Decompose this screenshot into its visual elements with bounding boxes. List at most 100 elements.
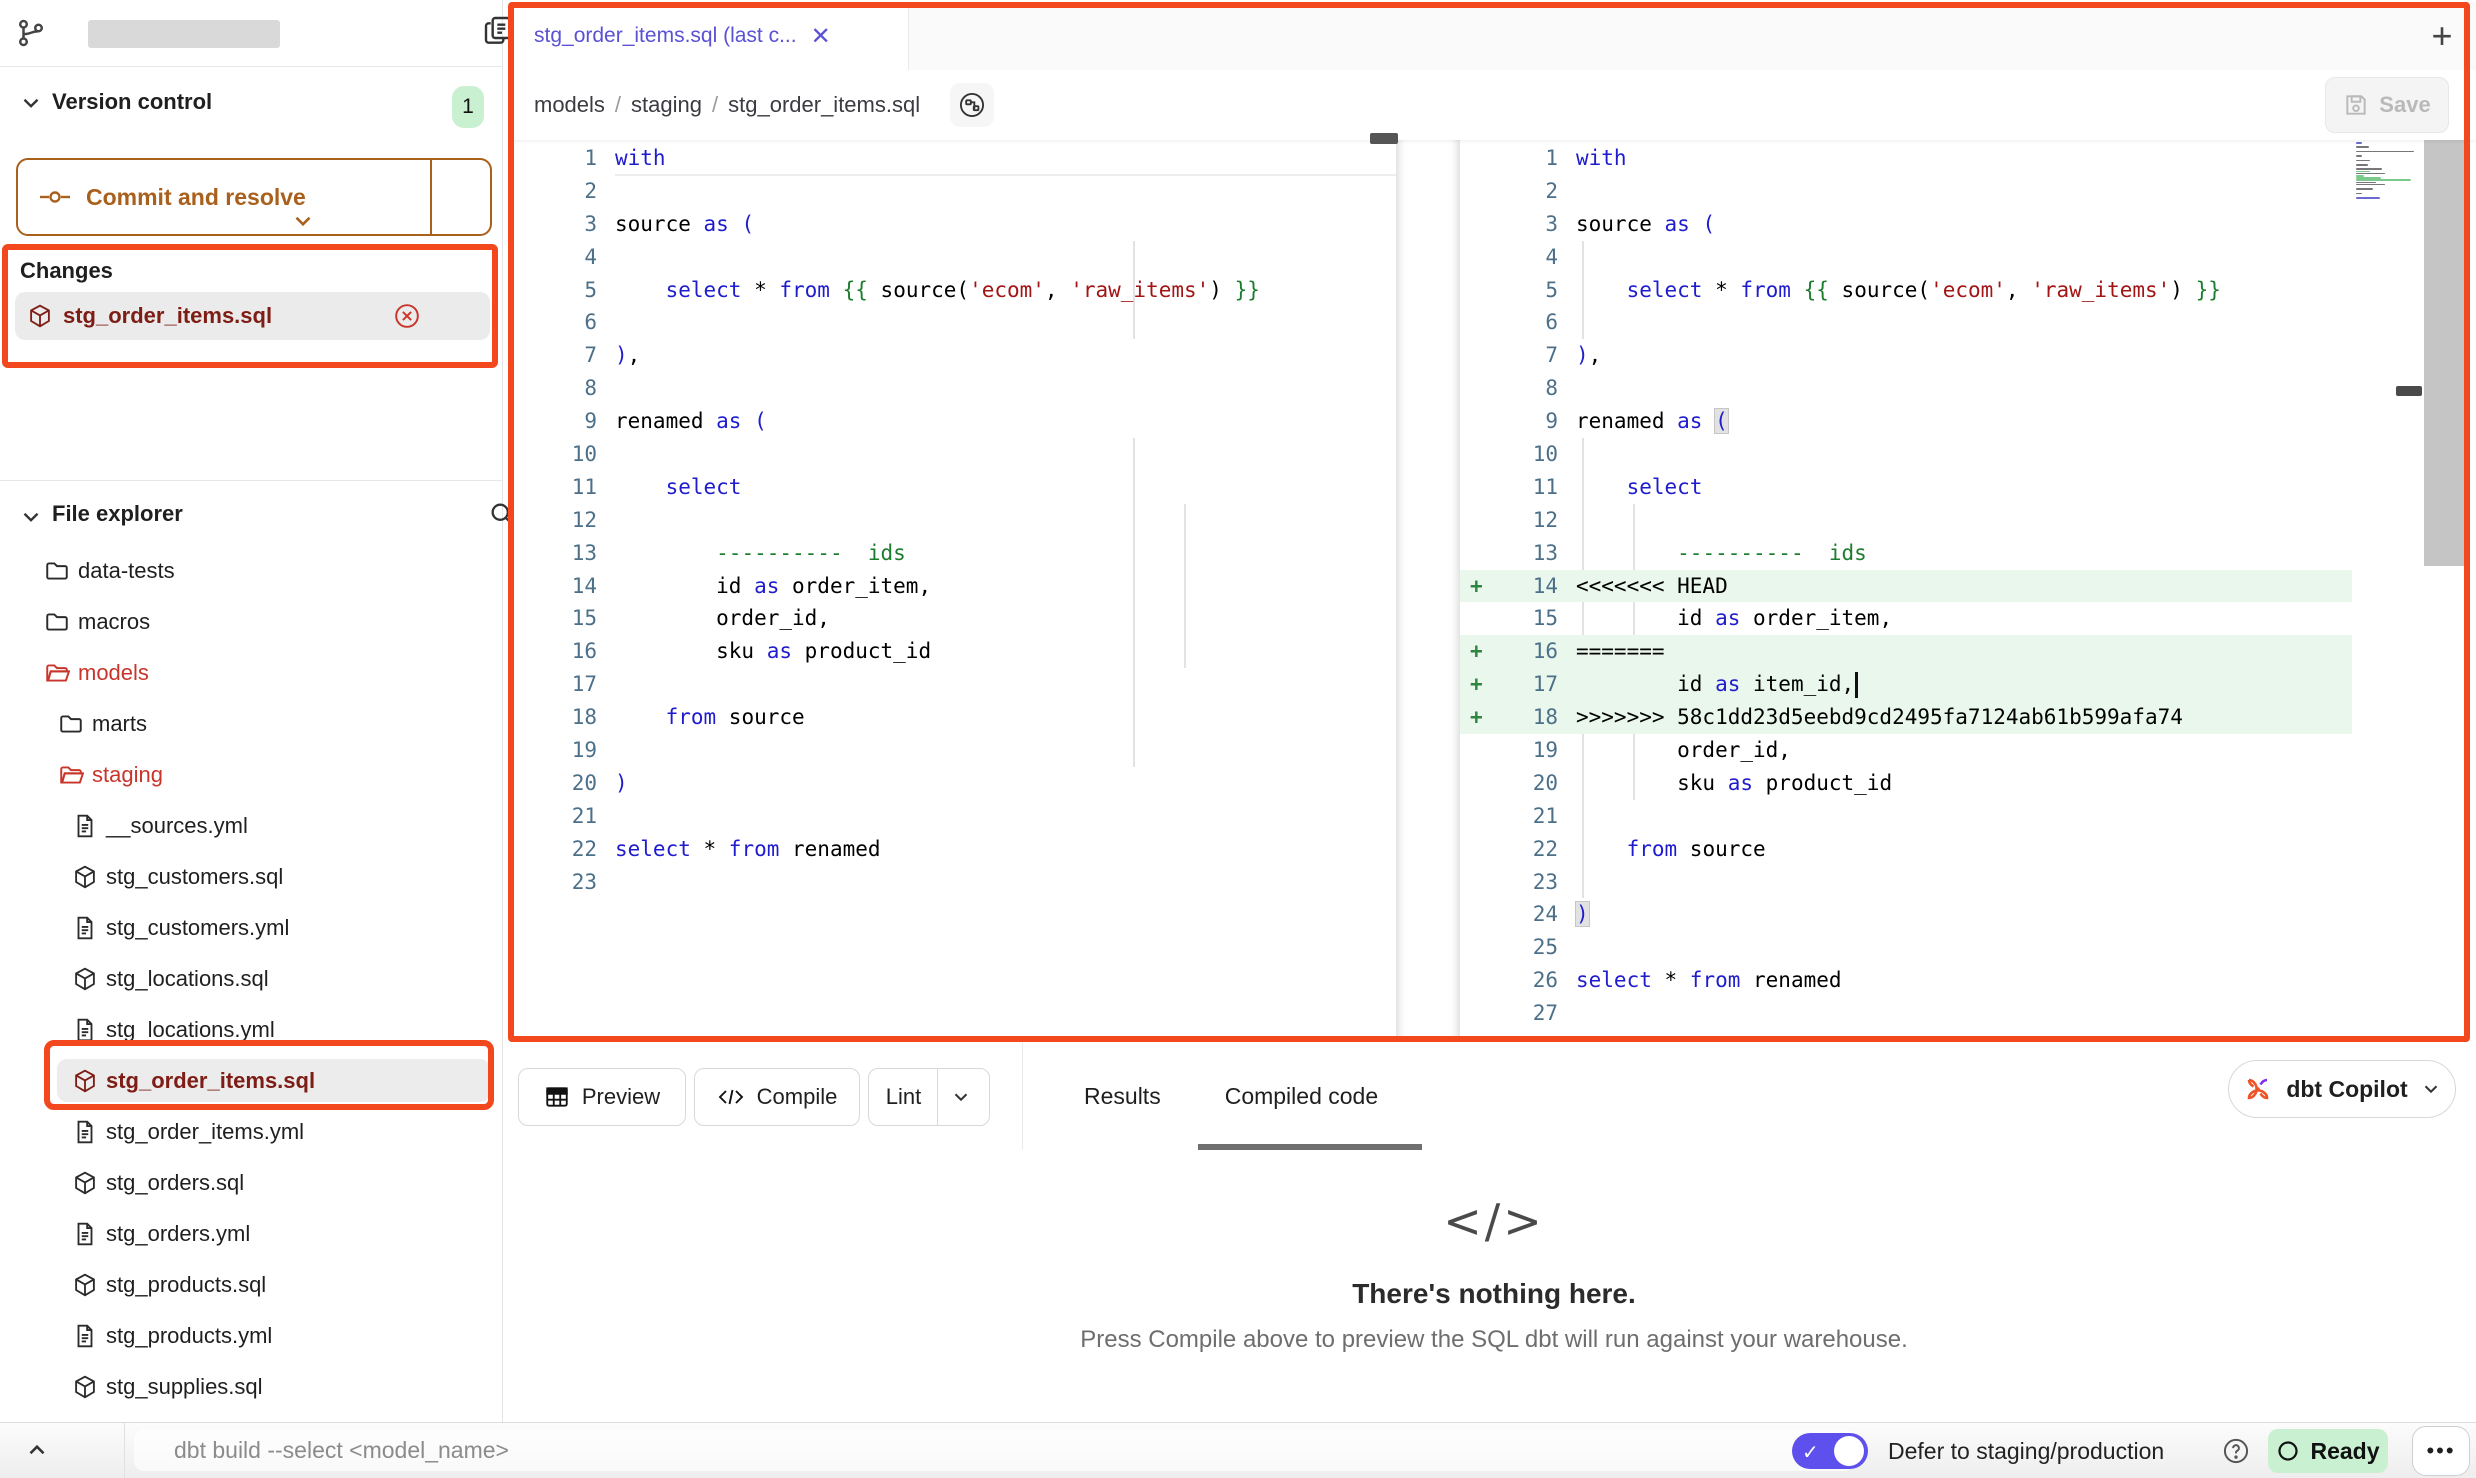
file-item-stg-locations-sql[interactable]: stg_locations.sql — [0, 953, 502, 1004]
changed-file-name: stg_order_items.sql — [63, 303, 272, 329]
sidebar: Version control 1 Commit and resolve Cha… — [0, 0, 503, 1422]
code-line: 27 — [1460, 997, 2352, 1030]
file-item-label: stg_products.yml — [106, 1323, 272, 1349]
file-item-staging[interactable]: staging — [0, 749, 502, 800]
file-item-macros[interactable]: macros — [0, 596, 502, 647]
compile-button[interactable]: Compile — [694, 1068, 860, 1126]
commit-and-resolve-button[interactable]: Commit and resolve — [16, 158, 492, 236]
line-content — [1576, 175, 2352, 208]
left-pane-scrollbar-thumb[interactable] — [1370, 133, 1398, 144]
line-content: select — [1576, 471, 2352, 504]
file-item-stg-order-items-yml[interactable]: stg_order_items.yml — [0, 1106, 502, 1157]
more-options-button[interactable]: ••• — [2412, 1426, 2470, 1476]
line-content: renamed as ( — [615, 405, 1396, 438]
line-number: 12 — [1496, 504, 1576, 537]
code-line: 21 — [1460, 800, 2352, 833]
editor-scrollbar[interactable] — [2424, 140, 2466, 566]
file-item-stg-locations-yml[interactable]: stg_locations.yml — [0, 1004, 502, 1055]
line-number: 25 — [1496, 931, 1576, 964]
breadcrumb-part: models — [534, 92, 605, 118]
line-content — [615, 175, 1396, 208]
code-line: 3source as ( — [1460, 208, 2352, 241]
file-item-marts[interactable]: marts — [0, 698, 502, 749]
breadcrumb-separator: / — [712, 92, 718, 118]
tab-stg-order-items[interactable]: stg_order_items.sql (last c... ✕ — [512, 2, 909, 70]
line-number: 24 — [1496, 898, 1576, 931]
file-item--sources-yml[interactable]: __sources.yml — [0, 800, 502, 851]
diff-add-marker — [1460, 142, 1496, 175]
tab-results[interactable]: Results — [1084, 1083, 1161, 1110]
new-tab-button[interactable]: + — [2420, 16, 2464, 56]
diff-add-marker — [1460, 471, 1496, 504]
lineage-button[interactable] — [950, 83, 994, 127]
table-icon — [544, 1084, 570, 1110]
file-item-stg-products-yml[interactable]: stg_products.yml — [0, 1310, 502, 1361]
file-item-models[interactable]: models — [0, 647, 502, 698]
dbt-copilot-button[interactable]: dbt Copilot — [2228, 1060, 2456, 1118]
changed-file-item[interactable]: stg_order_items.sql — [15, 292, 490, 340]
save-button[interactable]: Save — [2325, 77, 2449, 133]
code-line: +16======= — [1460, 635, 2352, 668]
chevron-down-icon[interactable] — [950, 1086, 972, 1108]
minimap[interactable] — [2356, 142, 2420, 202]
line-number: 14 — [1496, 570, 1576, 603]
file-explorer-section-header[interactable]: File explorer — [0, 488, 502, 540]
close-icon[interactable]: ✕ — [811, 22, 831, 51]
copy-icon[interactable] — [482, 14, 514, 46]
file-item-label: stg_supplies.sql — [106, 1374, 263, 1400]
save-label: Save — [2379, 92, 2430, 118]
tab-compiled-code[interactable]: Compiled code — [1225, 1083, 1378, 1110]
file-item-stg-customers-yml[interactable]: stg_customers.yml — [0, 902, 502, 953]
file-item-stg-order-items-sql[interactable]: stg_order_items.sql — [0, 1055, 502, 1106]
code-line: 5 select * from {{ source('ecom', 'raw_i… — [1460, 274, 2352, 307]
file-item-stg-customers-sql[interactable]: stg_customers.sql — [0, 851, 502, 902]
diff-add-marker — [1460, 438, 1496, 471]
diff-add-marker — [1460, 175, 1496, 208]
branch-name-redacted — [88, 20, 280, 48]
chevron-down-icon[interactable] — [290, 208, 316, 234]
code-line: 6 — [512, 306, 1396, 339]
doc-icon — [72, 1323, 98, 1349]
lint-button[interactable]: Lint — [868, 1068, 990, 1126]
file-item-stg-products-sql[interactable]: stg_products.sql — [0, 1259, 502, 1310]
code-line: 8 — [1460, 372, 2352, 405]
discard-change-icon[interactable] — [394, 303, 420, 329]
line-content — [1576, 997, 2352, 1030]
file-item-data-tests[interactable]: data-tests — [0, 545, 502, 596]
code-pane-left[interactable]: 1with23source as (45 select * from {{ so… — [512, 142, 1396, 898]
line-content — [1576, 438, 2352, 471]
line-content: sku as product_id — [1576, 767, 2352, 800]
empty-state-subtitle: Press Compile above to preview the SQL d… — [512, 1326, 2476, 1354]
code-line: 8 — [512, 372, 1396, 405]
code-pane-right[interactable]: 1with23source as (45 select * from {{ so… — [1460, 142, 2352, 1030]
doc-icon — [72, 915, 98, 941]
preview-button[interactable]: Preview — [518, 1068, 686, 1126]
text-cursor — [1855, 672, 1858, 698]
version-control-label: Version control — [52, 89, 212, 115]
code-line: 5 select * from {{ source('ecom', 'raw_i… — [512, 274, 1396, 307]
changes-label: Changes — [20, 258, 113, 284]
version-control-section-header[interactable]: Version control 1 — [0, 80, 502, 124]
file-item-stg-orders-yml[interactable]: stg_orders.yml — [0, 1208, 502, 1259]
preview-label: Preview — [582, 1084, 660, 1110]
line-content: >>>>>>> 58c1dd23d5eebd9cd2495fa7124ab61b… — [1576, 701, 2352, 734]
line-number: 16 — [1496, 635, 1576, 668]
chevron-up-icon[interactable] — [24, 1437, 50, 1463]
line-content: <<<<<<< HEAD — [1576, 570, 2352, 603]
help-icon[interactable] — [2222, 1437, 2250, 1465]
folder-icon — [44, 558, 70, 584]
code-line: 11 select — [1460, 471, 2352, 504]
line-number: 19 — [512, 734, 615, 767]
diff-add-marker — [1460, 964, 1496, 997]
model-icon — [72, 864, 98, 890]
code-line: 12 — [1460, 504, 2352, 537]
command-input[interactable] — [134, 1429, 1854, 1471]
folder-open-icon — [58, 762, 84, 788]
status-bar: ✓ Defer to staging/production Ready ••• — [0, 1422, 2476, 1478]
diff-add-marker — [1460, 537, 1496, 570]
changes-count-badge: 1 — [452, 86, 484, 128]
file-item-stg-orders-sql[interactable]: stg_orders.sql — [0, 1157, 502, 1208]
defer-toggle[interactable]: ✓ — [1792, 1433, 1868, 1469]
diff-add-marker — [1460, 339, 1496, 372]
file-item-stg-supplies-sql[interactable]: stg_supplies.sql — [0, 1361, 502, 1412]
